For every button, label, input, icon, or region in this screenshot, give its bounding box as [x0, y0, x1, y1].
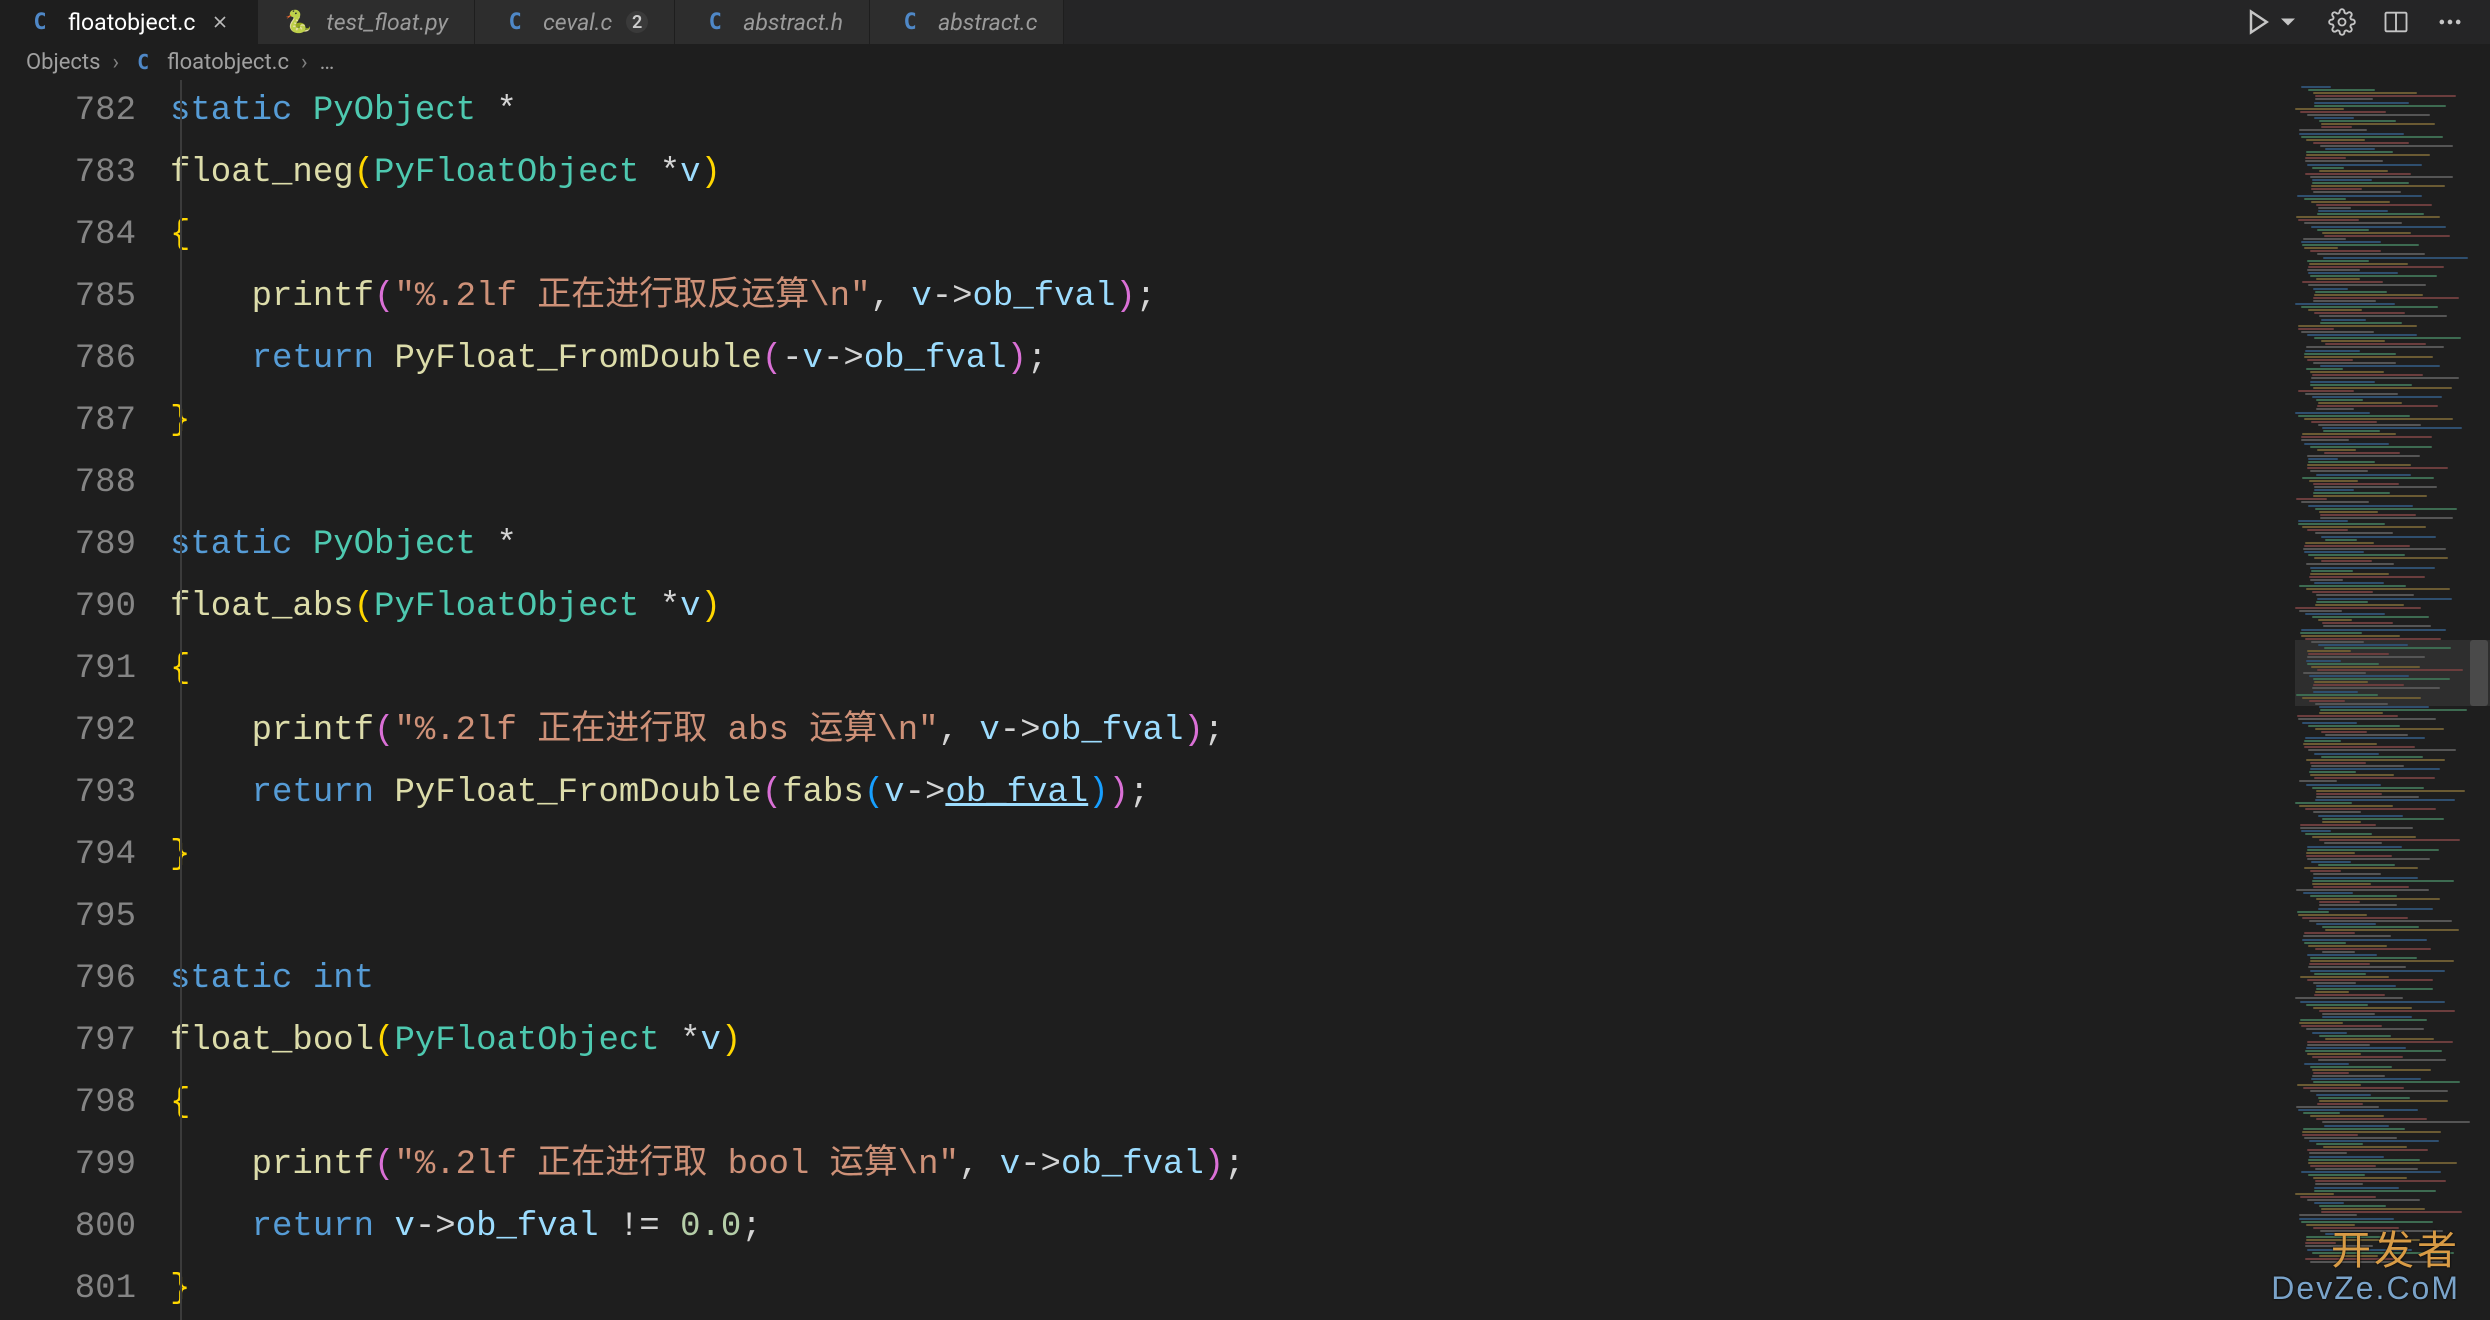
tabs-container: Cfloatobject.c 🐍 test_float.py Cceval.c 2 Cab… — [0, 0, 1064, 44]
code-line[interactable]: float_neg(PyFloatObject *v) — [170, 142, 2294, 204]
code-line[interactable] — [170, 886, 2294, 948]
code-line[interactable]: } — [170, 824, 2294, 886]
tab-abstract-h[interactable]: Cabstract.h — [675, 0, 870, 44]
chevron-right-icon: › — [113, 50, 120, 75]
code-line[interactable]: printf("%.2lf 正在进行取反运算\n", v->ob_fval); — [170, 266, 2294, 328]
more-actions-button[interactable] — [2436, 8, 2464, 36]
python-file-icon: 🐍 — [284, 8, 312, 36]
line-number: 782 — [0, 80, 136, 142]
line-number: 801 — [0, 1258, 136, 1320]
code-content[interactable]: static PyObject *float_neg(PyFloatObject… — [170, 80, 2294, 1320]
line-number: 793 — [0, 762, 136, 824]
chevron-right-icon: › — [301, 50, 308, 75]
code-line[interactable] — [170, 452, 2294, 514]
code-line[interactable]: float_abs(PyFloatObject *v) — [170, 576, 2294, 638]
editor-actions — [2218, 8, 2490, 36]
line-number-gutter: 7827837847857867877887897907917927937947… — [0, 80, 170, 1320]
tab-label: floatobject.c — [68, 9, 195, 36]
breadcrumb-seg-folder[interactable]: Objects — [26, 50, 101, 75]
line-number: 784 — [0, 204, 136, 266]
c-file-icon: C — [501, 8, 529, 36]
split-editor-button[interactable] — [2382, 8, 2410, 36]
c-file-icon: C — [701, 8, 729, 36]
line-number: 789 — [0, 514, 136, 576]
code-line[interactable]: return PyFloat_FromDouble(fabs(v->ob_fva… — [170, 762, 2294, 824]
code-line[interactable]: { — [170, 204, 2294, 266]
tab-label: ceval.c — [543, 9, 612, 36]
line-number: 795 — [0, 886, 136, 948]
close-tab-icon[interactable] — [209, 11, 231, 33]
settings-button[interactable] — [2328, 8, 2356, 36]
line-number: 797 — [0, 1010, 136, 1072]
dirty-badge: 2 — [626, 11, 648, 33]
tab-bar: Cfloatobject.c 🐍 test_float.py Cceval.c 2 Cab… — [0, 0, 2490, 44]
line-number: 800 — [0, 1196, 136, 1258]
c-file-icon: C — [896, 8, 924, 36]
line-number: 786 — [0, 328, 136, 390]
line-number: 796 — [0, 948, 136, 1010]
code-line[interactable]: { — [170, 1072, 2294, 1134]
scrollbar-vertical[interactable] — [2468, 80, 2490, 1320]
tab-ceval-c[interactable]: Cceval.c 2 — [475, 0, 675, 44]
code-line[interactable]: { — [170, 638, 2294, 700]
code-line[interactable]: printf("%.2lf 正在进行取 bool 运算\n", v->ob_fv… — [170, 1134, 2294, 1196]
tab-floatobject-c[interactable]: Cfloatobject.c — [0, 0, 258, 44]
code-line[interactable]: } — [170, 1258, 2294, 1320]
line-number: 787 — [0, 390, 136, 452]
code-line[interactable]: } — [170, 390, 2294, 452]
line-number: 785 — [0, 266, 136, 328]
line-number: 783 — [0, 142, 136, 204]
c-file-icon: C — [131, 50, 155, 74]
tab-label: abstract.c — [938, 9, 1037, 36]
code-line[interactable]: return PyFloat_FromDouble(-v->ob_fval); — [170, 328, 2294, 390]
editor-area: 7827837847857867877887897907917927937947… — [0, 80, 2490, 1320]
line-number: 794 — [0, 824, 136, 886]
tab-label: abstract.h — [743, 9, 843, 36]
line-number: 798 — [0, 1072, 136, 1134]
indent-guide — [180, 80, 182, 1320]
line-number: 792 — [0, 700, 136, 762]
breadcrumb-ellipsis[interactable]: … — [320, 50, 335, 75]
tab-test_float-py[interactable]: 🐍 test_float.py — [258, 0, 475, 44]
breadcrumb[interactable]: Objects › C floatobject.c › … — [0, 44, 2490, 80]
tab-label: test_float.py — [326, 9, 448, 36]
minimap[interactable] — [2294, 80, 2490, 1320]
code-line[interactable]: return v->ob_fval != 0.0; — [170, 1196, 2294, 1258]
code-line[interactable]: static PyObject * — [170, 514, 2294, 576]
c-file-icon: C — [26, 8, 54, 36]
breadcrumb-seg-file[interactable]: floatobject.c — [167, 50, 289, 75]
line-number: 791 — [0, 638, 136, 700]
code-line[interactable]: static int — [170, 948, 2294, 1010]
line-number: 799 — [0, 1134, 136, 1196]
run-button[interactable] — [2244, 8, 2302, 36]
line-number: 788 — [0, 452, 136, 514]
scrollbar-thumb[interactable] — [2470, 640, 2488, 706]
line-number: 790 — [0, 576, 136, 638]
code-line[interactable]: float_bool(PyFloatObject *v) — [170, 1010, 2294, 1072]
code-line[interactable]: printf("%.2lf 正在进行取 abs 运算\n", v->ob_fva… — [170, 700, 2294, 762]
tab-abstract-c[interactable]: Cabstract.c — [870, 0, 1064, 44]
code-line[interactable]: static PyObject * — [170, 80, 2294, 142]
text-editor[interactable]: 7827837847857867877887897907917927937947… — [0, 80, 2294, 1320]
